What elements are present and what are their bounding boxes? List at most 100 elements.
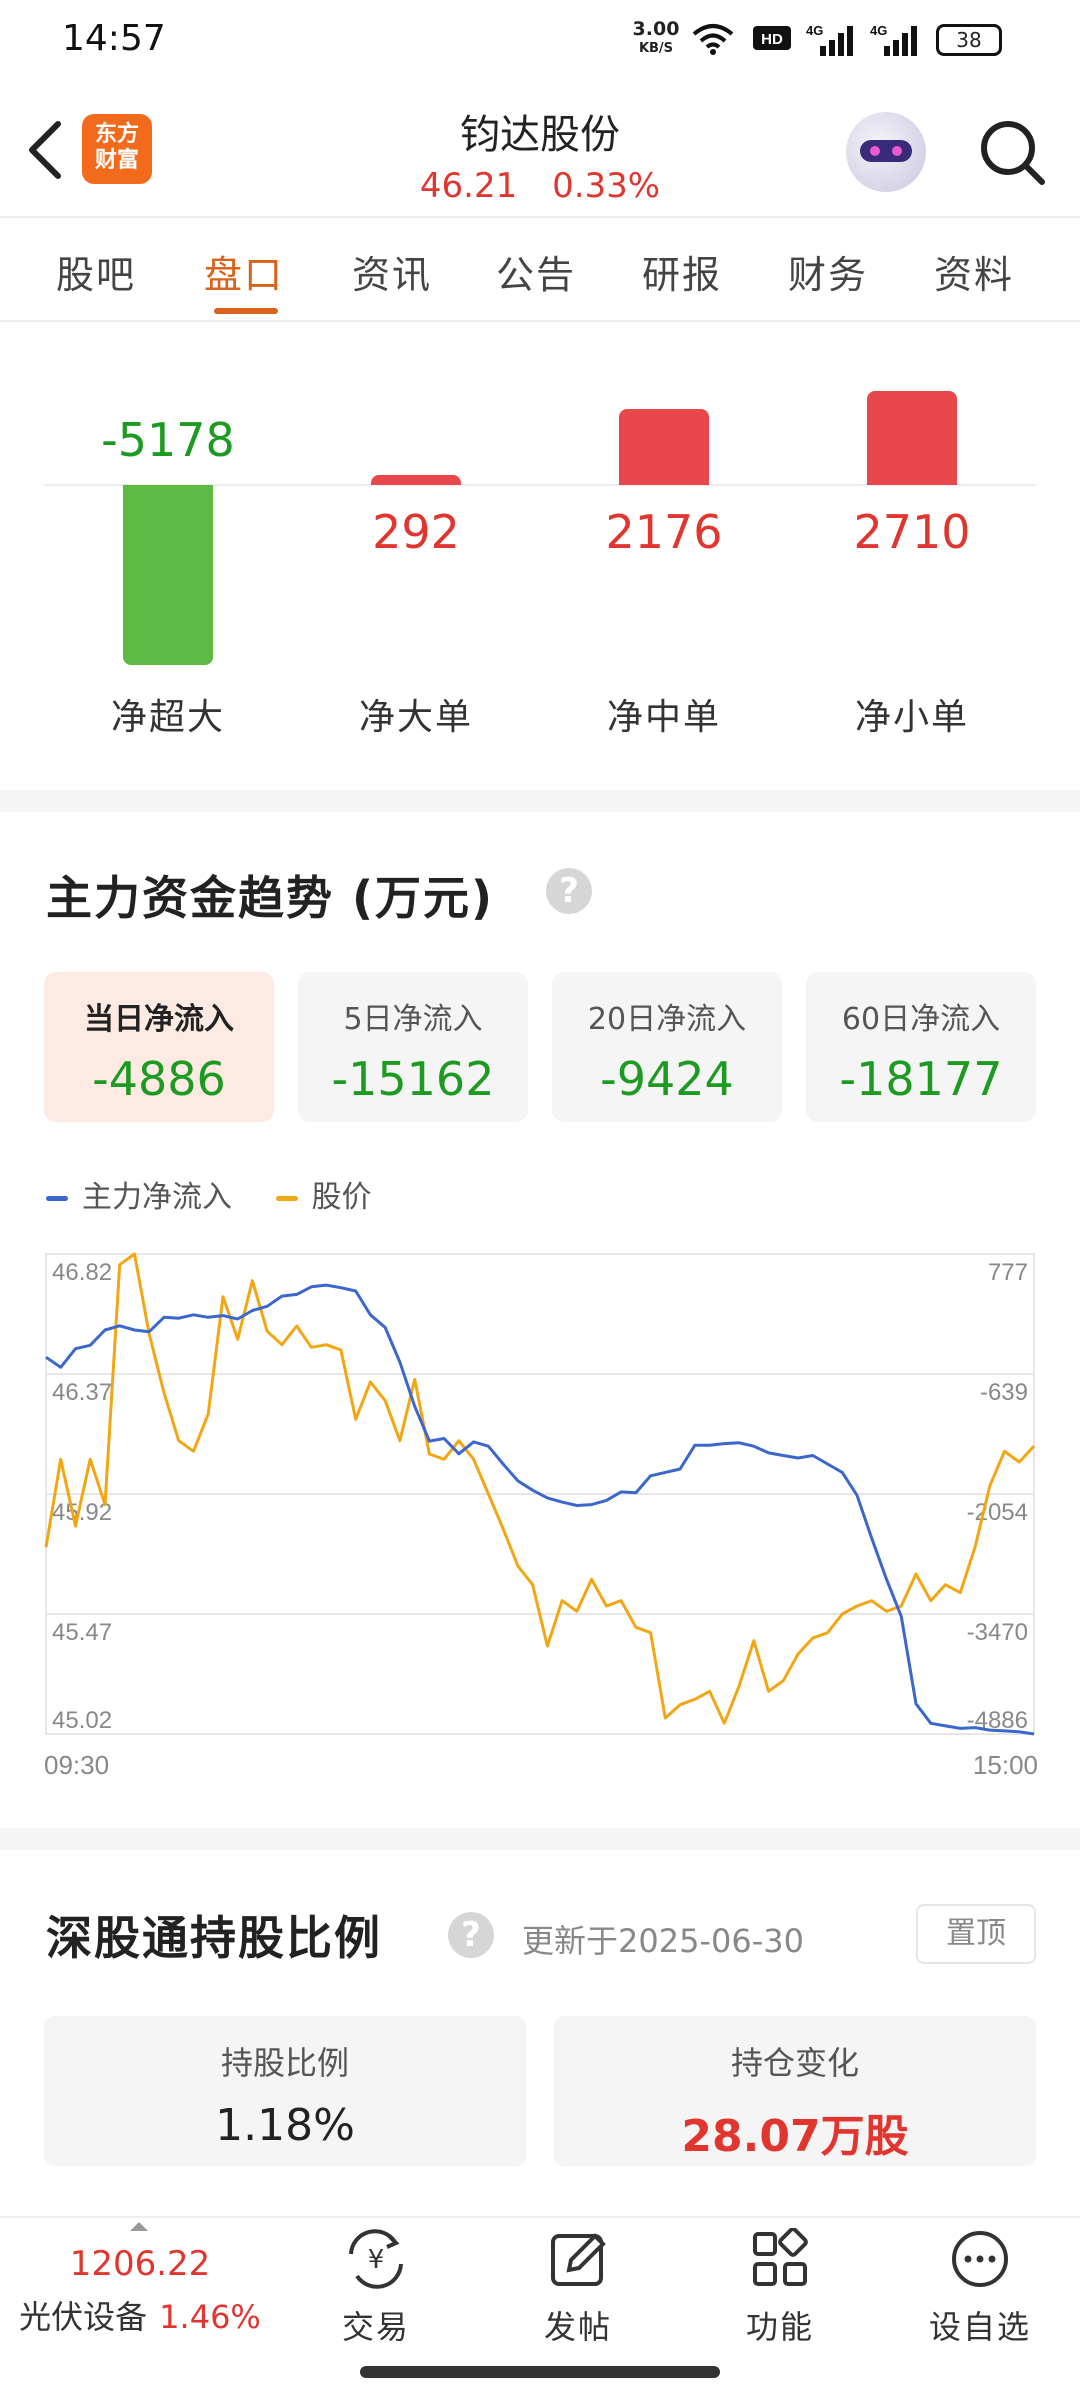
battery-icon: 38 <box>936 24 1002 56</box>
tab-profile[interactable]: 资料 <box>934 244 1014 299</box>
card-today-inflow[interactable]: 当日净流入 -4886 <box>44 972 274 1122</box>
right-axis-tick: -639 <box>980 1379 1028 1406</box>
post-label: 发帖 <box>543 2308 612 2346</box>
flow-bar-large <box>371 474 461 485</box>
sgt-update-date: 更新于2025-06-30 <box>522 1922 804 1960</box>
pin-top-button[interactable]: 置顶 <box>916 1904 1036 1964</box>
tab-announcements[interactable]: 公告 <box>496 244 576 299</box>
wifi-icon <box>692 24 734 55</box>
tab-finance[interactable]: 财务 <box>788 244 868 299</box>
card-value: -15162 <box>331 1052 495 1106</box>
card-value: -18177 <box>839 1052 1003 1106</box>
svg-text:4G: 4G <box>870 23 887 38</box>
flow-label-large: 净大单 <box>358 697 473 738</box>
legend-label-price: 股价 <box>311 1180 372 1215</box>
net-speed: 3.00 KB/S <box>628 20 684 58</box>
tab-news[interactable]: 资讯 <box>352 244 432 299</box>
tab-pankou[interactable]: 盘口 <box>204 244 284 299</box>
add-watchlist-button[interactable]: 设自选 <box>910 2228 1050 2348</box>
flow-value-super-large: -5178 <box>101 413 235 467</box>
flow-label-medium: 净中单 <box>606 697 721 738</box>
sgt-help-icon[interactable]: ? <box>448 1912 494 1958</box>
flow-label-super-large: 净超大 <box>110 697 225 738</box>
tab-guba[interactable]: 股吧 <box>56 244 136 299</box>
legend-item-price: 股价 <box>275 1180 372 1215</box>
stock-change-pct: 0.33% <box>552 166 661 206</box>
function-label: 功能 <box>745 2308 814 2346</box>
trend-help-icon[interactable]: ? <box>546 868 592 914</box>
card-value: -4886 <box>92 1052 226 1106</box>
flow-value-medium: 2176 <box>605 505 723 559</box>
card-5day-inflow[interactable]: 5日净流入 -15162 <box>298 972 528 1122</box>
card-60day-inflow[interactable]: 60日净流入 -18177 <box>806 972 1036 1122</box>
card-label: 5日净流入 <box>343 1002 483 1037</box>
right-axis-tick: -2054 <box>967 1499 1028 1526</box>
assistant-avatar[interactable] <box>846 112 926 192</box>
order-flow-panel: -5178 292 2176 2710 净超大 净大单 净中单 净小单 <box>0 330 1080 790</box>
net-speed-unit: KB/S <box>638 41 674 56</box>
flow-bar-small <box>867 390 957 485</box>
right-axis-tick: 777 <box>988 1259 1028 1286</box>
status-time: 14:57 <box>62 18 166 59</box>
signal-4g-icon: 4G <box>806 23 853 56</box>
sector-ticker[interactable]: 1206.22 光伏设备 1.46% <box>0 2216 280 2356</box>
signal-4g-icon: 4G <box>870 23 917 56</box>
function-button[interactable]: 功能 <box>710 2228 850 2348</box>
sector-name: 光伏设备 <box>19 2298 148 2336</box>
chart-legend: 主力净流入 股价 <box>46 1172 406 1216</box>
trend-title: 主力资金趋势 (万元) <box>46 871 495 925</box>
svg-text:HD: HD <box>761 31 783 48</box>
stock-price: 46.21 <box>419 166 518 206</box>
yen-exchange-icon: ¥ <box>349 2229 403 2289</box>
legend-swatch-price <box>275 1196 298 1201</box>
card-label: 60日净流入 <box>841 1002 1001 1037</box>
hold-change-value: 28.07万股 <box>681 2111 909 2162</box>
post-button[interactable]: 发帖 <box>508 2228 648 2348</box>
right-axis-tick: -3470 <box>967 1619 1028 1646</box>
flow-label-small: 净小单 <box>854 697 969 738</box>
add-watchlist-label: 设自选 <box>928 2308 1031 2346</box>
hold-ratio-box: 持股比例 1.18% <box>44 2016 526 2166</box>
left-axis-tick: 46.82 <box>52 1259 112 1286</box>
trade-button[interactable]: ¥ 交易 <box>306 2228 446 2348</box>
hold-change-label: 持仓变化 <box>730 2044 859 2082</box>
card-label: 20日净流入 <box>587 1002 747 1037</box>
flow-value-small: 2710 <box>853 505 971 559</box>
hold-ratio-value: 1.18% <box>215 2100 355 2151</box>
x-axis-start: 09:30 <box>44 1750 109 1780</box>
edit-post-icon <box>551 2233 606 2286</box>
card-value: -9424 <box>600 1052 734 1106</box>
section-gap <box>0 790 1080 812</box>
tab-research[interactable]: 研报 <box>642 244 722 299</box>
battery-level: 38 <box>956 28 982 52</box>
left-axis-tick: 45.02 <box>52 1707 112 1734</box>
sector-index-value: 1206.22 <box>69 2244 211 2284</box>
left-axis-tick: 46.37 <box>52 1379 112 1406</box>
legend-swatch-flow <box>46 1196 68 1201</box>
left-axis-tick: 45.47 <box>52 1619 112 1646</box>
sgt-title: 深股通持股比例 <box>46 1911 382 1965</box>
sector-info: 光伏设备 1.46% <box>0 2292 280 2338</box>
hd-icon: HD <box>753 26 791 50</box>
status-bar: 14:57 3.00 KB/S HD 4G 4G 38 <box>0 0 1080 80</box>
trade-label: 交易 <box>341 2308 410 2346</box>
flow-bar-super-large <box>123 485 213 665</box>
search-icon[interactable] <box>976 116 1048 188</box>
sector-change: 1.46% <box>159 2298 261 2336</box>
grid-function-icon <box>753 2228 808 2286</box>
x-axis-end: 15:00 <box>973 1750 1038 1780</box>
section-gap <box>0 1828 1080 1850</box>
svg-text:¥: ¥ <box>368 2245 385 2275</box>
tabs-divider <box>0 320 1080 322</box>
more-dots-icon <box>952 2231 1008 2287</box>
card-20day-inflow[interactable]: 20日净流入 -9424 <box>552 972 782 1122</box>
card-label: 当日净流入 <box>84 1002 234 1037</box>
net-speed-value: 3.00 <box>632 18 680 40</box>
tab-bar: 股吧 盘口 资讯 公告 研报 财务 资料 <box>0 218 1080 322</box>
legend-label-flow: 主力净流入 <box>82 1180 232 1215</box>
capital-trend-chart[interactable]: 46.82 77746.37 -63945.92 -205445.47 -347045.… <box>0 1240 1080 1800</box>
legend-item-flow: 主力净流入 <box>46 1180 232 1215</box>
flow-bar-medium <box>619 409 709 485</box>
hold-change-box: 持仓变化 28.07万股 <box>554 2016 1036 2166</box>
flow-value-large: 292 <box>372 505 460 559</box>
